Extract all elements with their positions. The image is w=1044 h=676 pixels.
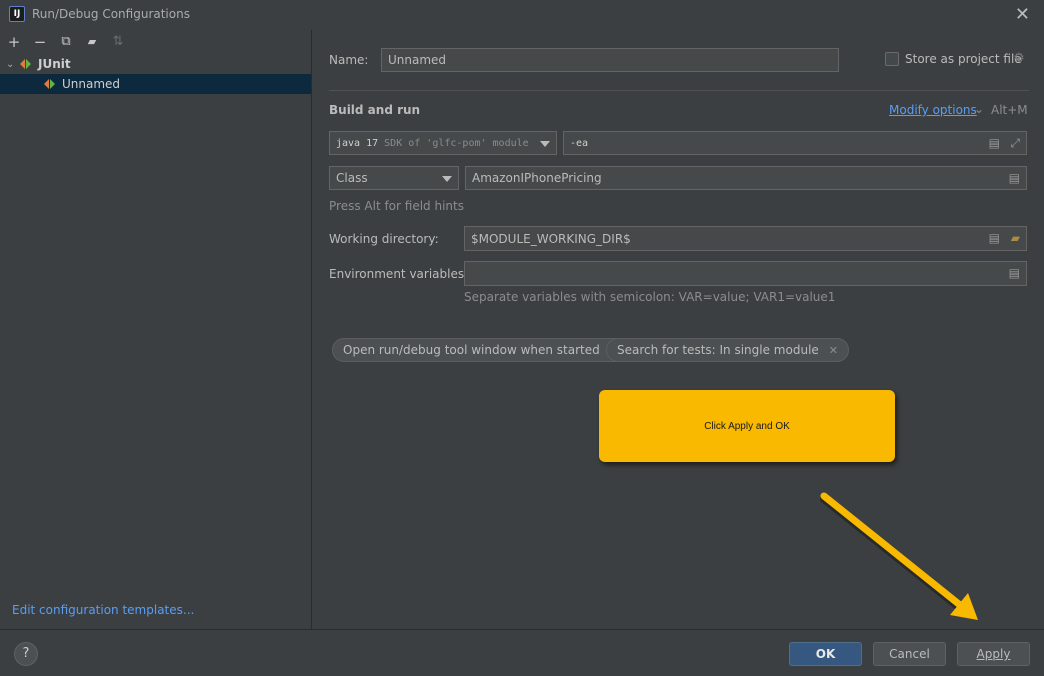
apply-button[interactable]: Apply	[957, 642, 1030, 666]
edit-templates-link[interactable]: Edit configuration templates...	[12, 603, 194, 617]
intellij-app-icon: IJ	[9, 6, 25, 22]
dialog-footer: ? OK Cancel Apply	[0, 629, 1044, 676]
modify-shortcut: Alt+M	[991, 103, 1028, 117]
expand-icon[interactable]: ⤢	[1010, 136, 1020, 151]
section-separator	[329, 90, 1029, 91]
store-as-project-label: Store as project file	[905, 52, 1022, 66]
window-title: Run/Debug Configurations	[32, 7, 190, 21]
title-bar: IJ Run/Debug Configurations ✕	[0, 0, 1044, 30]
help-button[interactable]: ?	[14, 642, 38, 666]
document-icon[interactable]: ▤	[989, 136, 1000, 150]
modify-options-link[interactable]: Modify options	[889, 103, 977, 117]
tree-item-unnamed[interactable]: Unnamed	[0, 74, 311, 94]
name-label: Name:	[329, 53, 369, 67]
close-icon[interactable]: ✕	[829, 344, 838, 357]
gear-icon[interactable]: ⚙	[1013, 51, 1025, 66]
test-kind-dropdown[interactable]: Class	[329, 166, 459, 190]
chevron-down-icon[interactable]: ⌄	[6, 59, 20, 70]
add-icon[interactable]: +	[6, 34, 22, 50]
env-label: Environment variables:	[329, 267, 469, 281]
junit-icon	[44, 78, 58, 90]
vm-options-field[interactable]: -ea ▤ ⤢	[563, 131, 1027, 155]
annotation-callout: Click Apply and OK	[599, 390, 895, 462]
chip-search-for-tests[interactable]: Search for tests: In single module ✕	[606, 338, 849, 362]
copy-icon[interactable]: ⧉	[58, 34, 74, 50]
section-title: Build and run	[329, 103, 421, 117]
field-hint: Press Alt for field hints	[329, 199, 464, 213]
document-icon[interactable]: ▤	[1009, 266, 1020, 280]
tree-item-label: Unnamed	[62, 77, 121, 91]
cancel-button[interactable]: Cancel	[873, 642, 946, 666]
name-field[interactable]: Unnamed	[381, 48, 839, 72]
document-icon[interactable]: ▤	[1009, 171, 1020, 185]
configurations-sidebar: + − ⧉ ▰ ⇅ ⌄ JUnit Unnamed Edit configura…	[0, 30, 312, 629]
remove-icon[interactable]: −	[32, 34, 48, 50]
annotation-arrow	[820, 492, 978, 620]
jdk-dropdown[interactable]: java 17 SDK of 'glfc-pom' module	[329, 131, 557, 155]
folder-icon[interactable]: ▰	[1011, 231, 1020, 245]
chip-open-tool-window[interactable]: Open run/debug tool window when started✕	[332, 338, 630, 362]
folder-icon[interactable]: ▰	[84, 34, 100, 50]
class-field[interactable]: AmazonIPhonePricing ▤	[465, 166, 1027, 190]
document-icon[interactable]: ▤	[989, 231, 1000, 245]
dropdown-arrow-icon	[540, 141, 550, 147]
chevron-down-icon[interactable]: ⌄	[974, 102, 984, 116]
workdir-field[interactable]: $MODULE_WORKING_DIR$ ▤ ▰	[464, 226, 1027, 251]
dropdown-arrow-icon	[442, 176, 452, 182]
sidebar-toolbar: + − ⧉ ▰ ⇅	[0, 30, 311, 54]
ok-button[interactable]: OK	[789, 642, 862, 666]
workdir-label: Working directory:	[329, 232, 439, 246]
env-field[interactable]: ▤	[464, 261, 1027, 286]
tree-group-label: JUnit	[38, 57, 71, 71]
env-hint: Separate variables with semicolon: VAR=v…	[464, 290, 836, 304]
tree-group-junit[interactable]: ⌄ JUnit	[0, 54, 311, 74]
store-as-project-checkbox[interactable]	[885, 52, 899, 66]
junit-icon	[20, 58, 34, 70]
sort-icon[interactable]: ⇅	[110, 34, 126, 50]
close-icon[interactable]: ✕	[1015, 4, 1030, 25]
